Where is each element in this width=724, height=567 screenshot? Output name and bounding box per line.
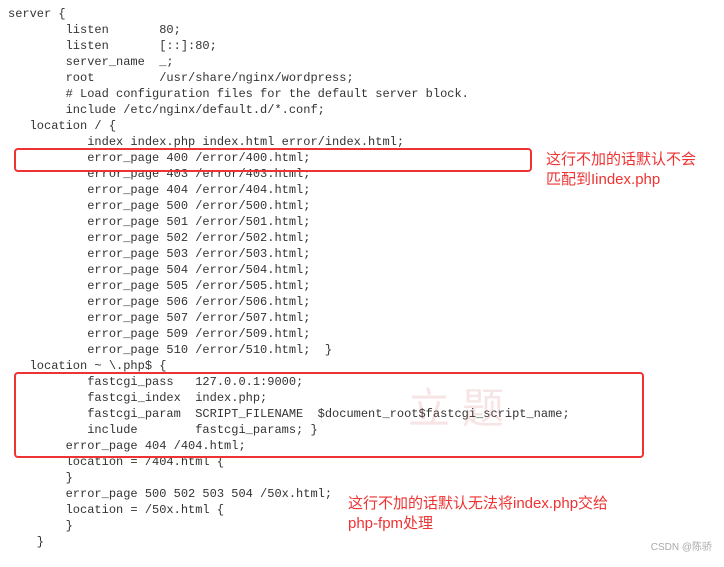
code-line: location = /404.html { [8,454,716,470]
code-line: error_page 500 502 503 504 /50x.html; [8,486,716,502]
code-line: } [8,518,716,534]
code-line: index index.php index.html error/index.h… [8,134,716,150]
code-line: error_page 503 /error/503.html; [8,246,716,262]
code-line: error_page 506 /error/506.html; [8,294,716,310]
code-line: error_page 502 /error/502.html; [8,230,716,246]
code-line: server_name _; [8,54,716,70]
code-line: include fastcgi_params; } [8,422,716,438]
code-line: location ~ \.php$ { [8,358,716,374]
code-line: # Load configuration files for the defau… [8,86,716,102]
code-line: listen [::]:80; [8,38,716,54]
code-line: location / { [8,118,716,134]
code-line: error_page 504 /error/504.html; [8,262,716,278]
code-line: error_page 501 /error/501.html; [8,214,716,230]
code-line: fastcgi_index index.php; [8,390,716,406]
code-line: fastcgi_param SCRIPT_FILENAME $document_… [8,406,716,422]
code-line: error_page 403 /error/403.html; [8,166,716,182]
code-line: error_page 510 /error/510.html; } [8,342,716,358]
code-line: error_page 500 /error/500.html; [8,198,716,214]
code-line: root /usr/share/nginx/wordpress; [8,70,716,86]
code-line: } [8,470,716,486]
code-line: location = /50x.html { [8,502,716,518]
code-line: error_page 404 /error/404.html; [8,182,716,198]
code-line: include /etc/nginx/default.d/*.conf; [8,102,716,118]
code-line: server { [8,6,716,22]
code-line: fastcgi_pass 127.0.0.1:9000; [8,374,716,390]
code-line: error_page 400 /error/400.html; [8,150,716,166]
credit-text: CSDN @陈骄 [651,540,712,556]
code-line: error_page 509 /error/509.html; [8,326,716,342]
code-line: error_page 404 /404.html; [8,438,716,454]
code-line: error_page 507 /error/507.html; [8,310,716,326]
code-line: } [8,534,716,550]
code-line: error_page 505 /error/505.html; [8,278,716,294]
code-block: server { listen 80; listen [::]:80; serv… [8,6,716,550]
code-line: listen 80; [8,22,716,38]
